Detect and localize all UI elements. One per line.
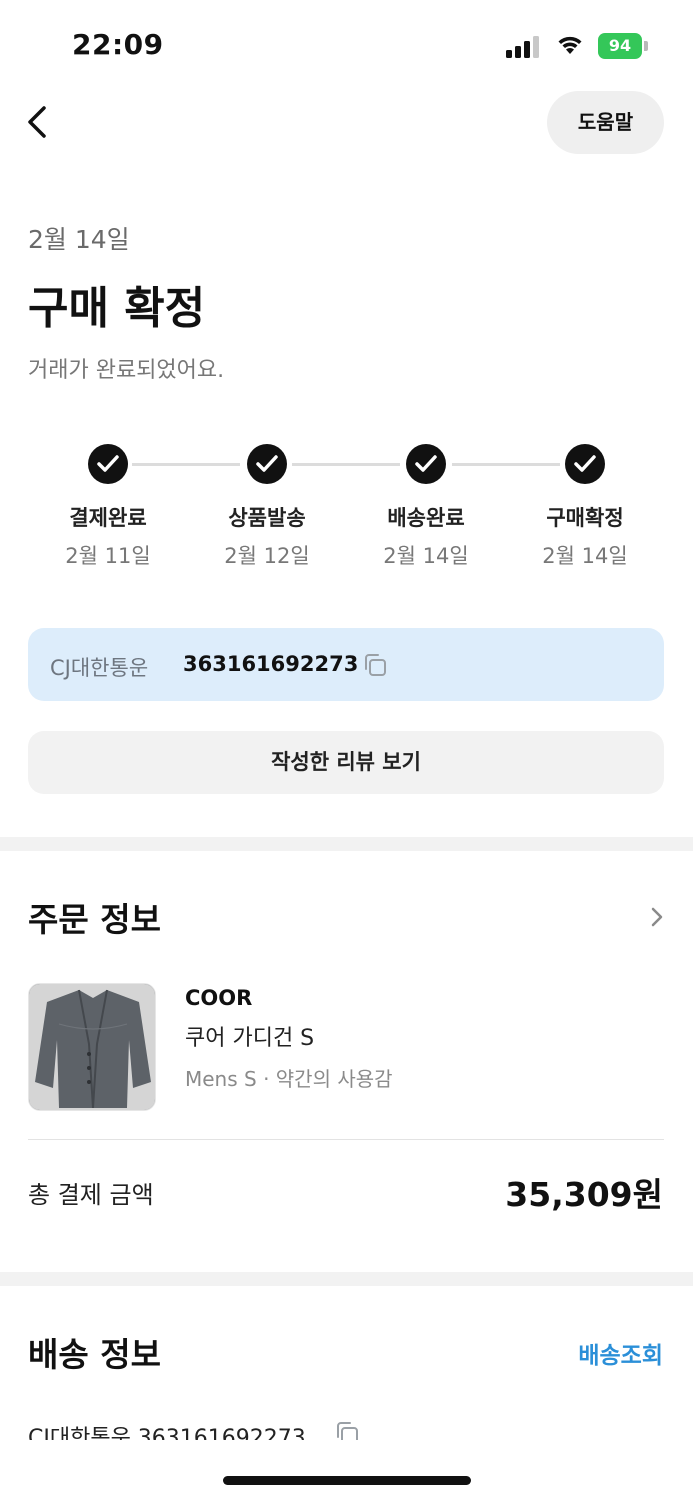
total-payment-value: 35,309원 <box>505 1175 663 1214</box>
wifi-icon <box>558 36 582 54</box>
cardigan-image <box>29 984 155 1110</box>
order-info-title: 주문 정보 <box>28 900 161 939</box>
check-icon <box>247 444 287 484</box>
tracking-number: 363161692273 <box>183 652 359 676</box>
step-date: 2월 14일 <box>542 544 628 568</box>
product-brand: COOR <box>185 986 253 1010</box>
step-label: 상품발송 <box>228 506 306 530</box>
view-review-button[interactable]: 작성한 리뷰 보기 <box>28 731 664 794</box>
step-date: 2월 14일 <box>383 544 469 568</box>
status-subtitle: 거래가 완료되었어요. <box>28 358 225 383</box>
divider <box>28 1139 664 1140</box>
track-delivery-link[interactable]: 배송조회 <box>578 1336 663 1370</box>
help-button[interactable]: 도움말 <box>547 91 664 154</box>
product-image[interactable] <box>28 983 156 1111</box>
tracking-info-box[interactable]: CJ대한통운 363161692273 <box>28 628 664 701</box>
section-divider <box>0 1272 693 1286</box>
battery-tip <box>644 41 648 51</box>
step-payment-complete: 결제완료 2월 11일 <box>38 442 178 570</box>
status-date: 2월 14일 <box>28 225 130 254</box>
section-divider <box>0 837 693 851</box>
home-indicator[interactable] <box>223 1476 471 1485</box>
status-bar: 22:09 94 <box>0 0 693 90</box>
step-label: 배송완료 <box>387 506 465 530</box>
copy-icon[interactable] <box>334 1420 360 1440</box>
chevron-left-icon <box>28 106 46 138</box>
step-shipped: 상품발송 2월 12일 <box>197 442 337 570</box>
shipping-info-title: 배송 정보 <box>28 1335 161 1374</box>
total-payment-label: 총 결제 금액 <box>28 1181 154 1209</box>
step-delivered: 배송완료 2월 14일 <box>356 442 496 570</box>
back-button[interactable] <box>22 100 56 144</box>
check-icon <box>406 444 446 484</box>
product-option: Mens S · 약간의 사용감 <box>185 1067 393 1091</box>
status-time: 22:09 <box>72 28 164 61</box>
step-date: 2월 11일 <box>65 544 151 568</box>
battery-level: 94 <box>598 33 642 59</box>
battery-icon: 94 <box>598 33 648 59</box>
step-label: 결제완료 <box>69 506 147 530</box>
product-name: 쿠어 가디건 S <box>185 1026 315 1051</box>
progress-tracker: 결제완료 2월 11일 상품발송 2월 12일 배송완료 2월 14일 구매확정… <box>28 442 664 582</box>
chevron-right-icon[interactable] <box>648 905 666 929</box>
step-date: 2월 12일 <box>224 544 310 568</box>
check-icon <box>88 444 128 484</box>
page-title: 구매 확정 <box>28 283 206 334</box>
step-label: 구매확정 <box>546 506 624 530</box>
cellular-signal-icon <box>506 36 539 58</box>
step-purchase-confirmed: 구매확정 2월 14일 <box>515 442 655 570</box>
carrier-name: CJ대한통운 <box>50 656 149 680</box>
copy-icon[interactable] <box>362 652 388 678</box>
shipping-tracking-row: CJ대한통운 363161692273 <box>28 1426 306 1440</box>
check-icon <box>565 444 605 484</box>
